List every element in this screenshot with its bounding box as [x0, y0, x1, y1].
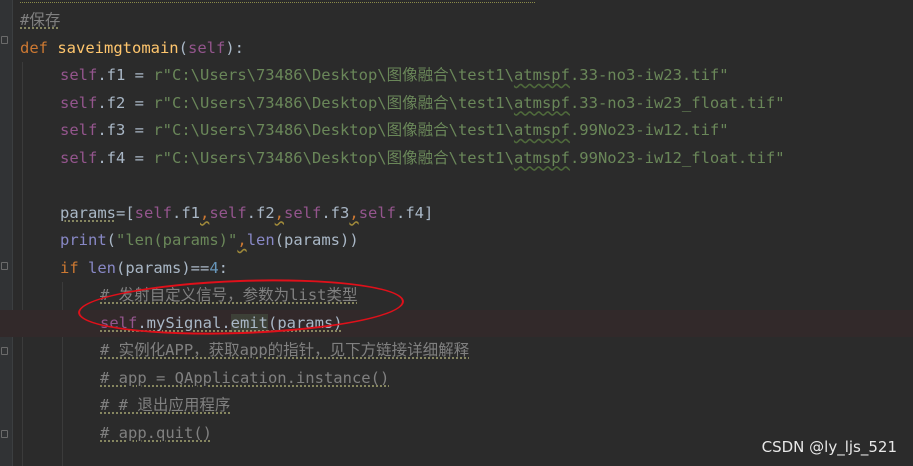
- code-token: (params)): [274, 231, 359, 249]
- code-line[interactable]: print("len(params)",len(params)): [0, 227, 913, 255]
- code-token: r"C:\Users\73486\Desktop\图像融合\test1\: [153, 121, 514, 139]
- code-token: # app.quit(): [100, 423, 212, 442]
- code-token: if: [60, 258, 88, 277]
- code-token: :: [218, 258, 229, 277]
- code-token: # 发射自定义信号，参数为list类型: [100, 286, 358, 304]
- code-token: .f4 =: [97, 148, 154, 167]
- code-line[interactable]: # app = QApplication.instance(): [0, 365, 913, 393]
- code-token: print: [60, 231, 107, 249]
- code-line[interactable]: self.f1 = r"C:\Users\73486\Desktop\图像融合\…: [0, 62, 913, 90]
- code-line[interactable]: self.mySignal.emit(params): [0, 309, 913, 338]
- code-token: len: [88, 258, 116, 277]
- code-line-text: # app.quit(): [100, 420, 212, 448]
- code-line-text: print("len(params)",len(params)): [60, 227, 359, 255]
- code-line[interactable]: self.f2 = r"C:\Users\73486\Desktop\图像融合\…: [0, 90, 913, 118]
- code-line[interactable]: # 发射自定义信号，参数为list类型: [0, 282, 913, 310]
- code-token: self: [60, 93, 98, 112]
- code-token: len: [246, 231, 275, 249]
- code-token: self: [100, 313, 138, 332]
- code-token: self: [209, 203, 247, 222]
- code-token: (params): [267, 313, 343, 332]
- code-line[interactable]: self.f3 = r"C:\Users\73486\Desktop\图像融合\…: [0, 117, 913, 145]
- code-token: self: [60, 66, 98, 84]
- csdn-watermark: CSDN @ly_ljs_521: [761, 438, 897, 456]
- code-line[interactable]: self.f4 = r"C:\Users\73486\Desktop\图像融合\…: [0, 145, 913, 173]
- code-line-text: # # 退出应用程序: [100, 392, 230, 420]
- code-token: .mySignal.: [137, 313, 231, 332]
- code-token: .f1: [172, 203, 200, 222]
- code-token: ,: [200, 203, 210, 222]
- code-token: atmspf: [513, 148, 570, 167]
- code-token: def: [20, 38, 58, 57]
- code-line-text: #保存: [20, 7, 60, 35]
- code-token: saveimgtomain: [57, 38, 179, 57]
- code-token: self: [358, 203, 397, 222]
- code-token: # 实例化APP，获取app的指针，见下方链接详细解释: [100, 341, 470, 359]
- code-token: # # 退出应用程序: [100, 396, 231, 414]
- code-line[interactable]: # 实例化APP，获取app的指针，见下方链接详细解释: [0, 337, 913, 365]
- code-line-text: self.mySignal.emit(params): [100, 310, 343, 338]
- code-line-text: self.f3 = r"C:\Users\73486\Desktop\图像融合\…: [60, 117, 729, 145]
- code-token: atmspf: [513, 66, 570, 84]
- code-line[interactable]: def saveimgtomain(self):: [0, 35, 913, 63]
- code-line-text: # 实例化APP，获取app的指针，见下方链接详细解释: [100, 337, 469, 365]
- code-token: ,: [237, 231, 247, 249]
- top-separator: [20, 0, 535, 3]
- code-token: self: [284, 203, 322, 222]
- code-token: "len(params)": [116, 231, 238, 249]
- code-line-text: params=[self.f1,self.f2,self.f3,self.f4]: [60, 200, 433, 228]
- code-token: .f3 =: [97, 121, 154, 139]
- code-line-text: # app = QApplication.instance(): [100, 365, 389, 393]
- code-token: self: [188, 38, 226, 57]
- code-token: .33-no3-iw23_float.tif": [569, 93, 785, 112]
- code-token: emit: [230, 313, 268, 332]
- code-token: .99No23-iw12.tif": [569, 121, 729, 139]
- code-token: atmspf: [513, 93, 570, 112]
- code-token: =[: [116, 203, 135, 222]
- code-line-text: self.f2 = r"C:\Users\73486\Desktop\图像融合\…: [60, 90, 785, 118]
- code-line-text: # 发射自定义信号，参数为list类型: [100, 282, 358, 310]
- code-token: .99No23-iw12_float.tif": [569, 148, 785, 167]
- code-line-text: def saveimgtomain(self):: [20, 35, 244, 63]
- code-token: self: [60, 148, 98, 167]
- code-token: .f2 =: [97, 93, 154, 112]
- code-line[interactable]: [0, 172, 913, 200]
- code-token: (params)==: [116, 258, 210, 277]
- code-token: ):: [225, 38, 244, 57]
- code-token: #保存: [20, 11, 61, 29]
- code-line-text: self.f4 = r"C:\Users\73486\Desktop\图像融合\…: [60, 145, 785, 173]
- code-token: (: [178, 38, 188, 57]
- code-token: # app = QApplication.instance(): [100, 368, 390, 387]
- code-line[interactable]: if len(params)==4:: [0, 255, 913, 283]
- code-token: ,: [349, 203, 359, 222]
- code-token: params: [60, 203, 116, 222]
- code-token: ,: [274, 203, 285, 222]
- code-token: 4: [209, 258, 219, 277]
- code-token: r"C:\Users\73486\Desktop\图像融合\test1\: [153, 93, 514, 112]
- code-line-text: if len(params)==4:: [60, 255, 228, 283]
- code-line[interactable]: #保存: [0, 7, 913, 35]
- code-token: atmspf: [513, 121, 570, 139]
- code-editor[interactable]: #保存 def saveimgtomain(self): self.f1 = r"C…: [0, 0, 913, 466]
- code-token: .f4]: [396, 203, 434, 222]
- code-token: self: [60, 121, 98, 139]
- code-token: .f3: [321, 203, 350, 222]
- code-token: r"C:\Users\73486\Desktop\图像融合\test1\: [153, 66, 514, 84]
- code-line[interactable]: # # 退出应用程序: [0, 392, 913, 420]
- code-token: .f2: [246, 203, 275, 222]
- code-token: r"C:\Users\73486\Desktop\图像融合\test1\: [153, 148, 514, 167]
- code-token: .f1 =: [97, 66, 154, 84]
- code-token: .33-no3-iw23.tif": [569, 66, 729, 84]
- code-token: (: [106, 231, 117, 249]
- code-line[interactable]: params=[self.f1,self.f2,self.f3,self.f4]: [0, 200, 913, 228]
- code-token: self: [134, 203, 172, 222]
- code-line-text: self.f1 = r"C:\Users\73486\Desktop\图像融合\…: [60, 62, 729, 90]
